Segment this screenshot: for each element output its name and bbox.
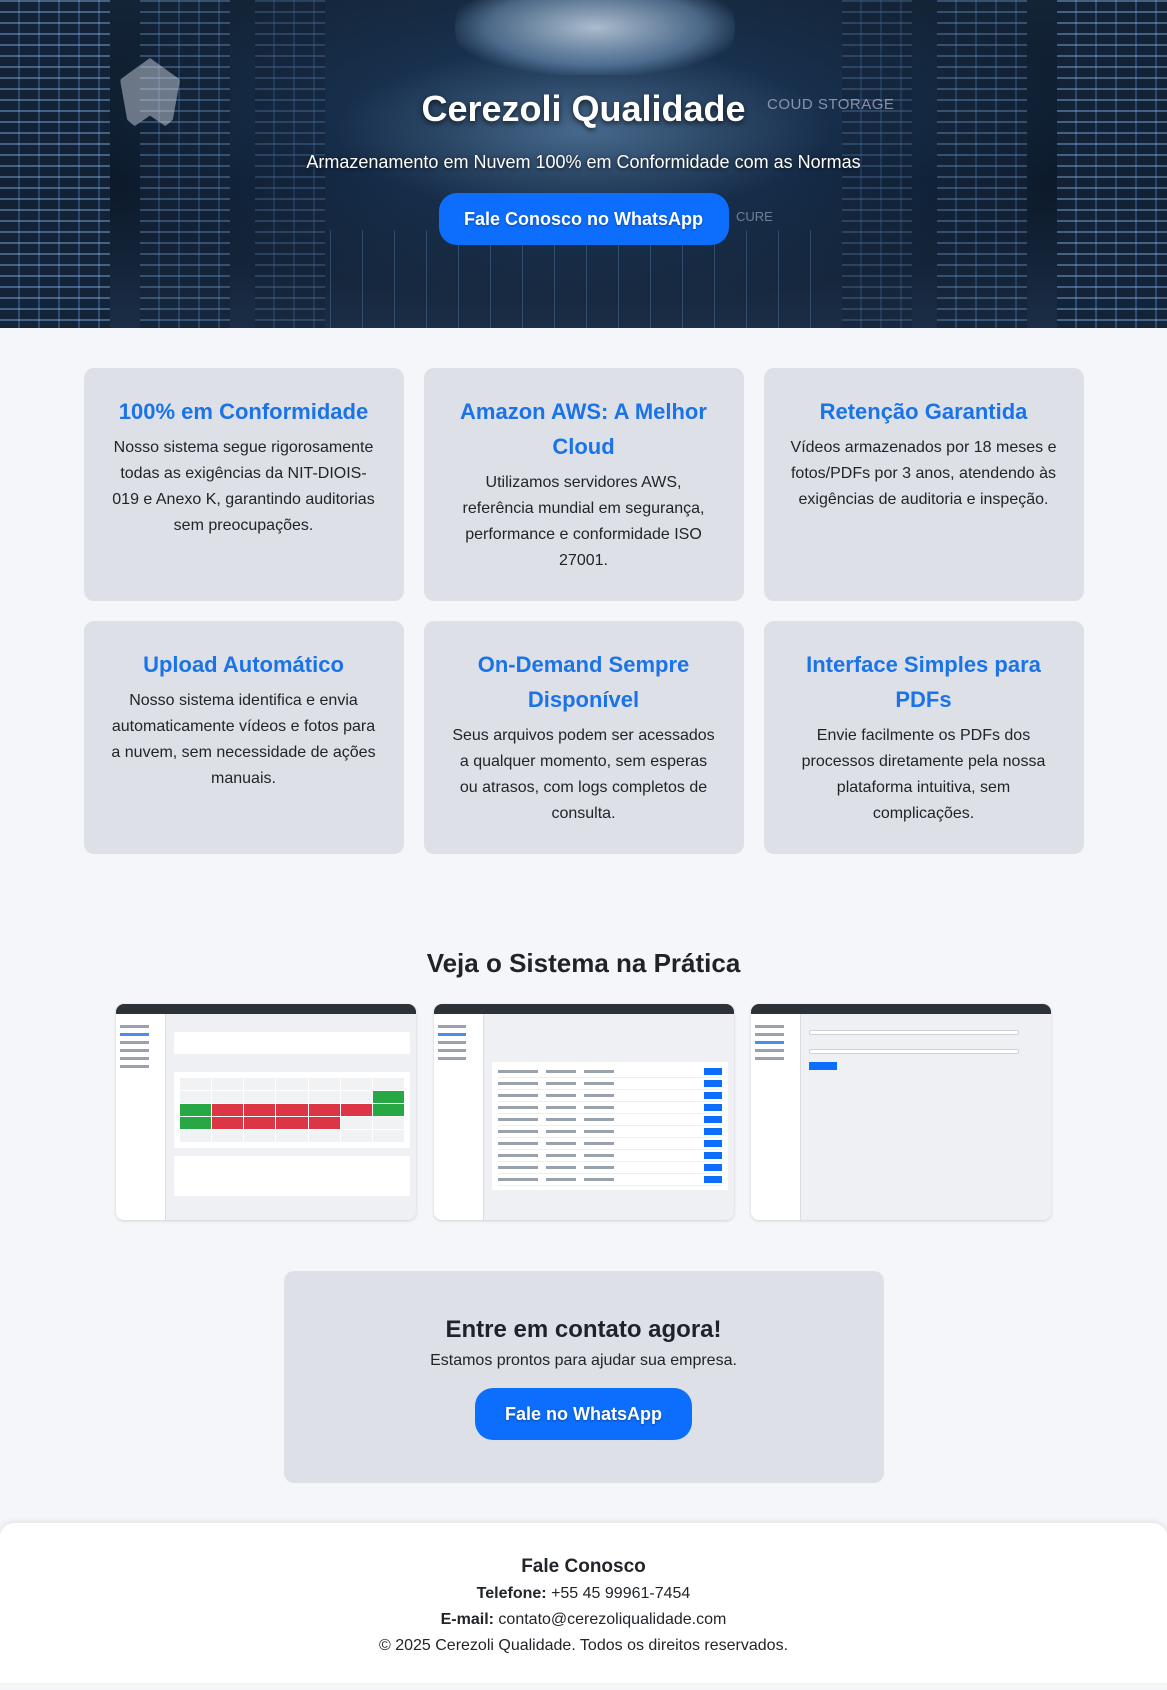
hero-content: Cerezoli Qualidade Armazenamento em Nuve… (0, 0, 1167, 245)
screenshots-gallery (116, 1004, 1051, 1220)
hero-title: Cerezoli Qualidade (421, 88, 746, 129)
hero-banner: COUD STORAGE CURE Cerezoli Qualidade Arm… (0, 0, 1167, 328)
feature-card-aws: Amazon AWS: A Melhor Cloud Utilizamos se… (423, 368, 744, 601)
screenshot-sidebar (751, 1014, 801, 1220)
feature-title: On-Demand Sempre Disponível (477, 652, 690, 712)
features-grid: 100% em Conformidade Nosso sistema segue… (83, 368, 1084, 854)
feature-title: Retenção Garantida (819, 399, 1028, 424)
backups-table-thumbnail (491, 1062, 728, 1190)
feature-title: 100% em Conformidade (118, 399, 369, 424)
footer: Fale Conosco Telefone: +55 45 99961-7454… (0, 1523, 1167, 1683)
feature-title: Interface Simples para PDFs (806, 652, 1041, 712)
email-address[interactable]: contato@cerezoliqualidade.com (498, 1611, 726, 1628)
screenshot-sidebar (116, 1014, 166, 1220)
contact-title: Entre em contato agora! (445, 1316, 722, 1343)
feature-title: Amazon AWS: A Melhor Cloud (460, 399, 707, 459)
screenshot-titlebar (433, 1004, 734, 1014)
feature-text: Seus arquivos podem ser acessados a qual… (452, 727, 715, 822)
feature-card-on-demand: On-Demand Sempre Disponível Seus arquivo… (423, 621, 744, 854)
feature-card-upload: Upload Automático Nosso sistema identifi… (83, 621, 404, 854)
feature-text: Utilizamos servidores AWS, referência mu… (462, 474, 705, 569)
phone-label: Telefone: (476, 1585, 547, 1602)
contact-cta-box: Entre em contato agora! Estamos prontos … (283, 1271, 884, 1483)
email-label: E-mail: (440, 1611, 494, 1628)
footer-title: Fale Conosco (521, 1556, 646, 1577)
whatsapp-contact-button[interactable]: Fale Conosco no WhatsApp (438, 193, 729, 245)
screenshot-content (809, 1022, 1045, 1214)
feature-card-pdf: Interface Simples para PDFs Envie facilm… (763, 621, 1084, 854)
feature-card-conformidade: 100% em Conformidade Nosso sistema segue… (83, 368, 404, 601)
footer-phone: Telefone: +55 45 99961-7454 (0, 1581, 1167, 1607)
screenshot-content (174, 1022, 410, 1214)
whatsapp-button[interactable]: Fale no WhatsApp (475, 1388, 692, 1440)
copyright-text: © 2025 Cerezoli Qualidade. Todos os dire… (378, 1637, 789, 1654)
showcase-title: Veja o Sistema na Prática (426, 948, 741, 978)
screenshot-titlebar (751, 1004, 1051, 1014)
phone-number[interactable]: +55 45 99961-7454 (551, 1585, 690, 1602)
calendar-thumbnail (174, 1072, 410, 1148)
dashboard-screenshot[interactable] (116, 1004, 416, 1220)
hero-subtitle: Armazenamento em Nuvem 100% em Conformid… (306, 152, 861, 172)
upload-pdf-screenshot[interactable] (751, 1004, 1051, 1220)
screenshot-content (491, 1022, 728, 1214)
feature-text: Vídeos armazenados por 18 meses e fotos/… (790, 439, 1057, 508)
feature-text: Nosso sistema identifica e envia automat… (111, 692, 376, 787)
screenshot-sidebar (433, 1014, 484, 1220)
screenshot-titlebar (116, 1004, 416, 1014)
footer-email: E-mail: contato@cerezoliqualidade.com (0, 1607, 1167, 1633)
feature-text: Envie facilmente os PDFs dos processos d… (801, 727, 1046, 822)
search-backups-screenshot[interactable] (433, 1004, 734, 1220)
contact-subtitle: Estamos prontos para ajudar sua empresa. (430, 1352, 737, 1369)
feature-text: Nosso sistema segue rigorosamente todas … (112, 439, 375, 534)
feature-title: Upload Automático (143, 652, 344, 677)
feature-card-retencao: Retenção Garantida Vídeos armazenados po… (763, 368, 1084, 601)
